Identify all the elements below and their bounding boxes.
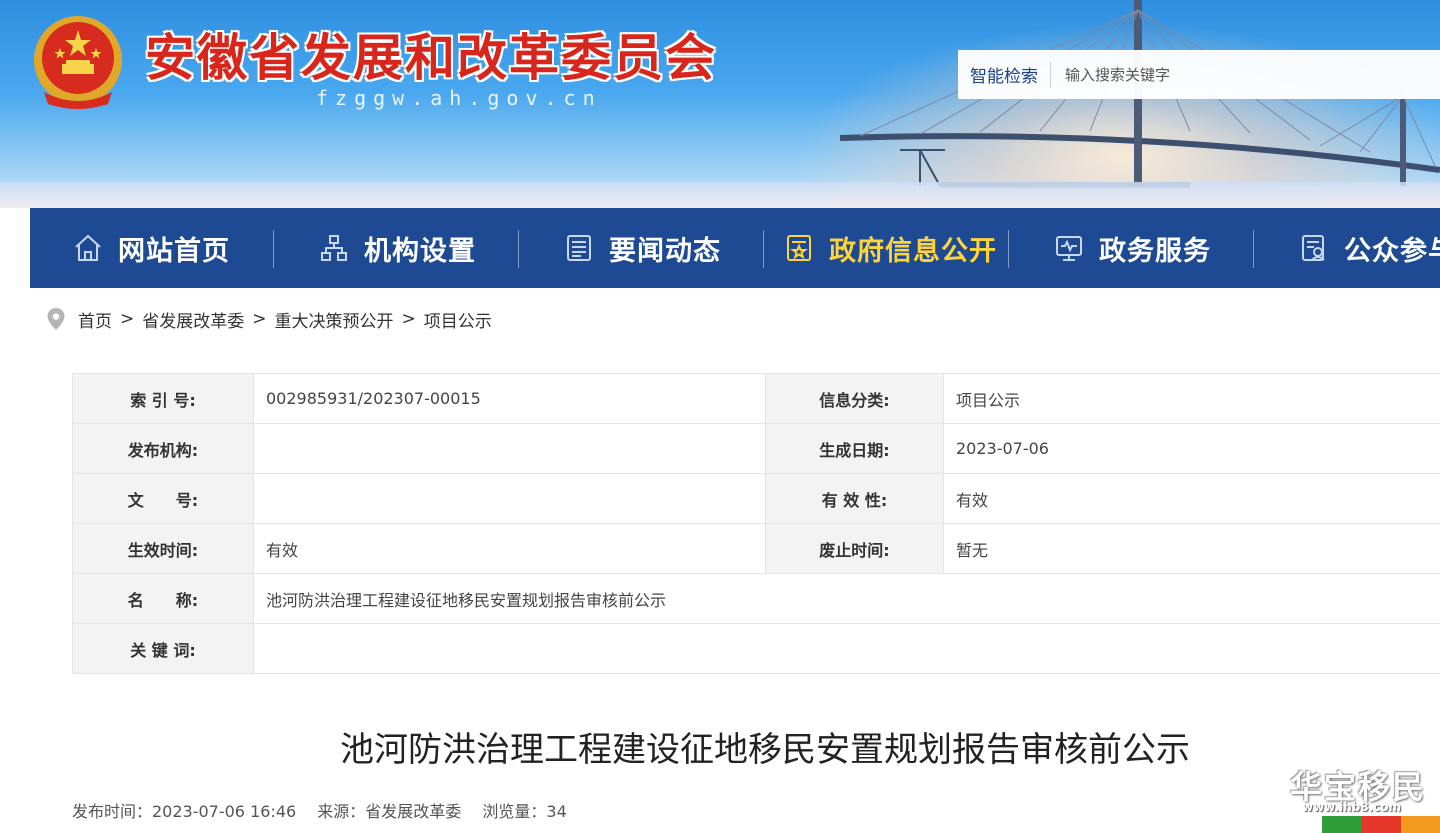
publish-time: 发布时间：2023-07-06 16:46 (72, 802, 297, 821)
table-row: 索 引 号: 002985931/202307-00015 信息分类: 项目公示 (72, 373, 1440, 424)
document-number-label: 文 号: (72, 473, 254, 524)
watermark-red-block (1361, 816, 1401, 833)
nav-item-public-participation[interactable]: 公众参与 (1298, 208, 1440, 288)
table-row: 文 号: 有 效 性: 有效 (72, 473, 1440, 524)
breadcrumb-major-decision-link[interactable]: 重大决策预公开 (275, 307, 394, 332)
breadcrumb-home-link[interactable]: 首页 (78, 307, 112, 332)
expiry-time-label: 废止时间: (765, 523, 944, 574)
watermark-green-block (1322, 816, 1362, 833)
nav-divider (273, 230, 274, 268)
header-banner: 安徽省发展和改革委员会 fzggw.ah.gov.cn 智能检索 (0, 0, 1440, 208)
nav-item-label: 机构设置 (364, 235, 476, 267)
name-label: 名 称: (72, 573, 254, 624)
nav-divider (518, 230, 519, 268)
gov-info-icon (787, 235, 811, 261)
breadcrumb-project-notice-link[interactable]: 项目公示 (424, 307, 492, 332)
breadcrumb-separator: > (252, 309, 267, 329)
expiry-time-value: 暂无 (943, 523, 1440, 574)
banner-water (0, 182, 1440, 208)
table-row: 关 键 词: (72, 623, 1440, 674)
document-number-value (253, 473, 766, 524)
view-count: 浏览量：34 (482, 802, 567, 821)
location-pin-icon (47, 308, 65, 330)
nav-item-label: 公众参与 (1344, 235, 1440, 267)
category-value: 项目公示 (943, 373, 1440, 424)
news-icon (567, 235, 591, 261)
site-domain: fzggw.ah.gov.cn (316, 86, 602, 110)
table-row: 名 称: 池河防洪治理工程建设征地移民安置规划报告审核前公示 (72, 573, 1440, 624)
watermark-url: www.ihb8.com (1302, 800, 1402, 814)
table-row: 生效时间: 有效 废止时间: 暂无 (72, 523, 1440, 574)
effective-time-label: 生效时间: (72, 523, 254, 574)
bridge-illustration (840, 0, 1440, 208)
national-emblem-icon (34, 16, 122, 109)
nav-item-label: 政务服务 (1099, 235, 1211, 267)
nav-divider (763, 230, 764, 268)
index-number-label: 索 引 号: (72, 373, 254, 424)
nav-item-services[interactable]: 政务服务 (1053, 208, 1211, 288)
nav-divider (1008, 230, 1009, 268)
main-nav: 网站首页 机构设置 要闻动态 政府信息公开 政务服务 公众参与 (30, 208, 1440, 288)
document-info-table: 索 引 号: 002985931/202307-00015 信息分类: 项目公示… (72, 373, 1440, 674)
created-date-label: 生成日期: (765, 423, 944, 474)
category-label: 信息分类: (765, 373, 944, 424)
nav-item-organization[interactable]: 机构设置 (318, 208, 476, 288)
org-chart-icon (321, 235, 347, 261)
keywords-label: 关 键 词: (72, 623, 254, 674)
breadcrumb: 首页 > 省发展改革委 > 重大决策预公开 > 项目公示 (46, 305, 492, 333)
nav-item-gov-info[interactable]: 政府信息公开 (783, 208, 997, 288)
created-date-value: 2023-07-06 (943, 423, 1440, 474)
nav-divider (1253, 230, 1254, 268)
watermark-orange-block (1400, 816, 1440, 833)
nav-item-news[interactable]: 要闻动态 (563, 208, 721, 288)
search-divider (1050, 61, 1051, 88)
search-box: 智能检索 (958, 50, 1440, 99)
breadcrumb-ndrc-link[interactable]: 省发展改革委 (142, 307, 244, 332)
home-icon (75, 234, 101, 261)
validity-value: 有效 (943, 473, 1440, 524)
article-title: 池河防洪治理工程建设征地移民安置规划报告审核前公示 (340, 730, 1190, 770)
breadcrumb-separator: > (120, 309, 135, 329)
table-row: 发布机构: 生成日期: 2023-07-06 (72, 423, 1440, 474)
monitor-service-icon (1056, 236, 1082, 261)
article-source: 来源：省发展改革委 (317, 802, 462, 821)
publisher-label: 发布机构: (72, 423, 254, 474)
site-title: 安徽省发展和改革委员会 (145, 28, 717, 87)
keywords-value (253, 623, 1440, 674)
nav-item-label: 政府信息公开 (829, 235, 997, 267)
public-participation-icon (1302, 235, 1325, 261)
breadcrumb-separator: > (401, 309, 416, 329)
watermark-logo: 华宝移民 www.ihb8.com (1282, 762, 1440, 833)
validity-label: 有 效 性: (765, 473, 944, 524)
effective-time-value: 有效 (253, 523, 766, 574)
publisher-value (253, 423, 766, 474)
name-value: 池河防洪治理工程建设征地移民安置规划报告审核前公示 (253, 573, 1440, 624)
watermark-color-bar (1322, 816, 1440, 833)
index-number-value: 002985931/202307-00015 (253, 373, 766, 424)
nav-item-label: 网站首页 (118, 235, 230, 267)
smart-search-button[interactable]: 智能检索 (958, 62, 1038, 87)
search-input[interactable] (1065, 65, 1395, 84)
nav-item-label: 要闻动态 (609, 235, 721, 267)
nav-item-home[interactable]: 网站首页 (72, 208, 230, 288)
article-meta: 发布时间：2023-07-06 16:46 来源：省发展改革委 浏览量：34 (72, 798, 583, 822)
